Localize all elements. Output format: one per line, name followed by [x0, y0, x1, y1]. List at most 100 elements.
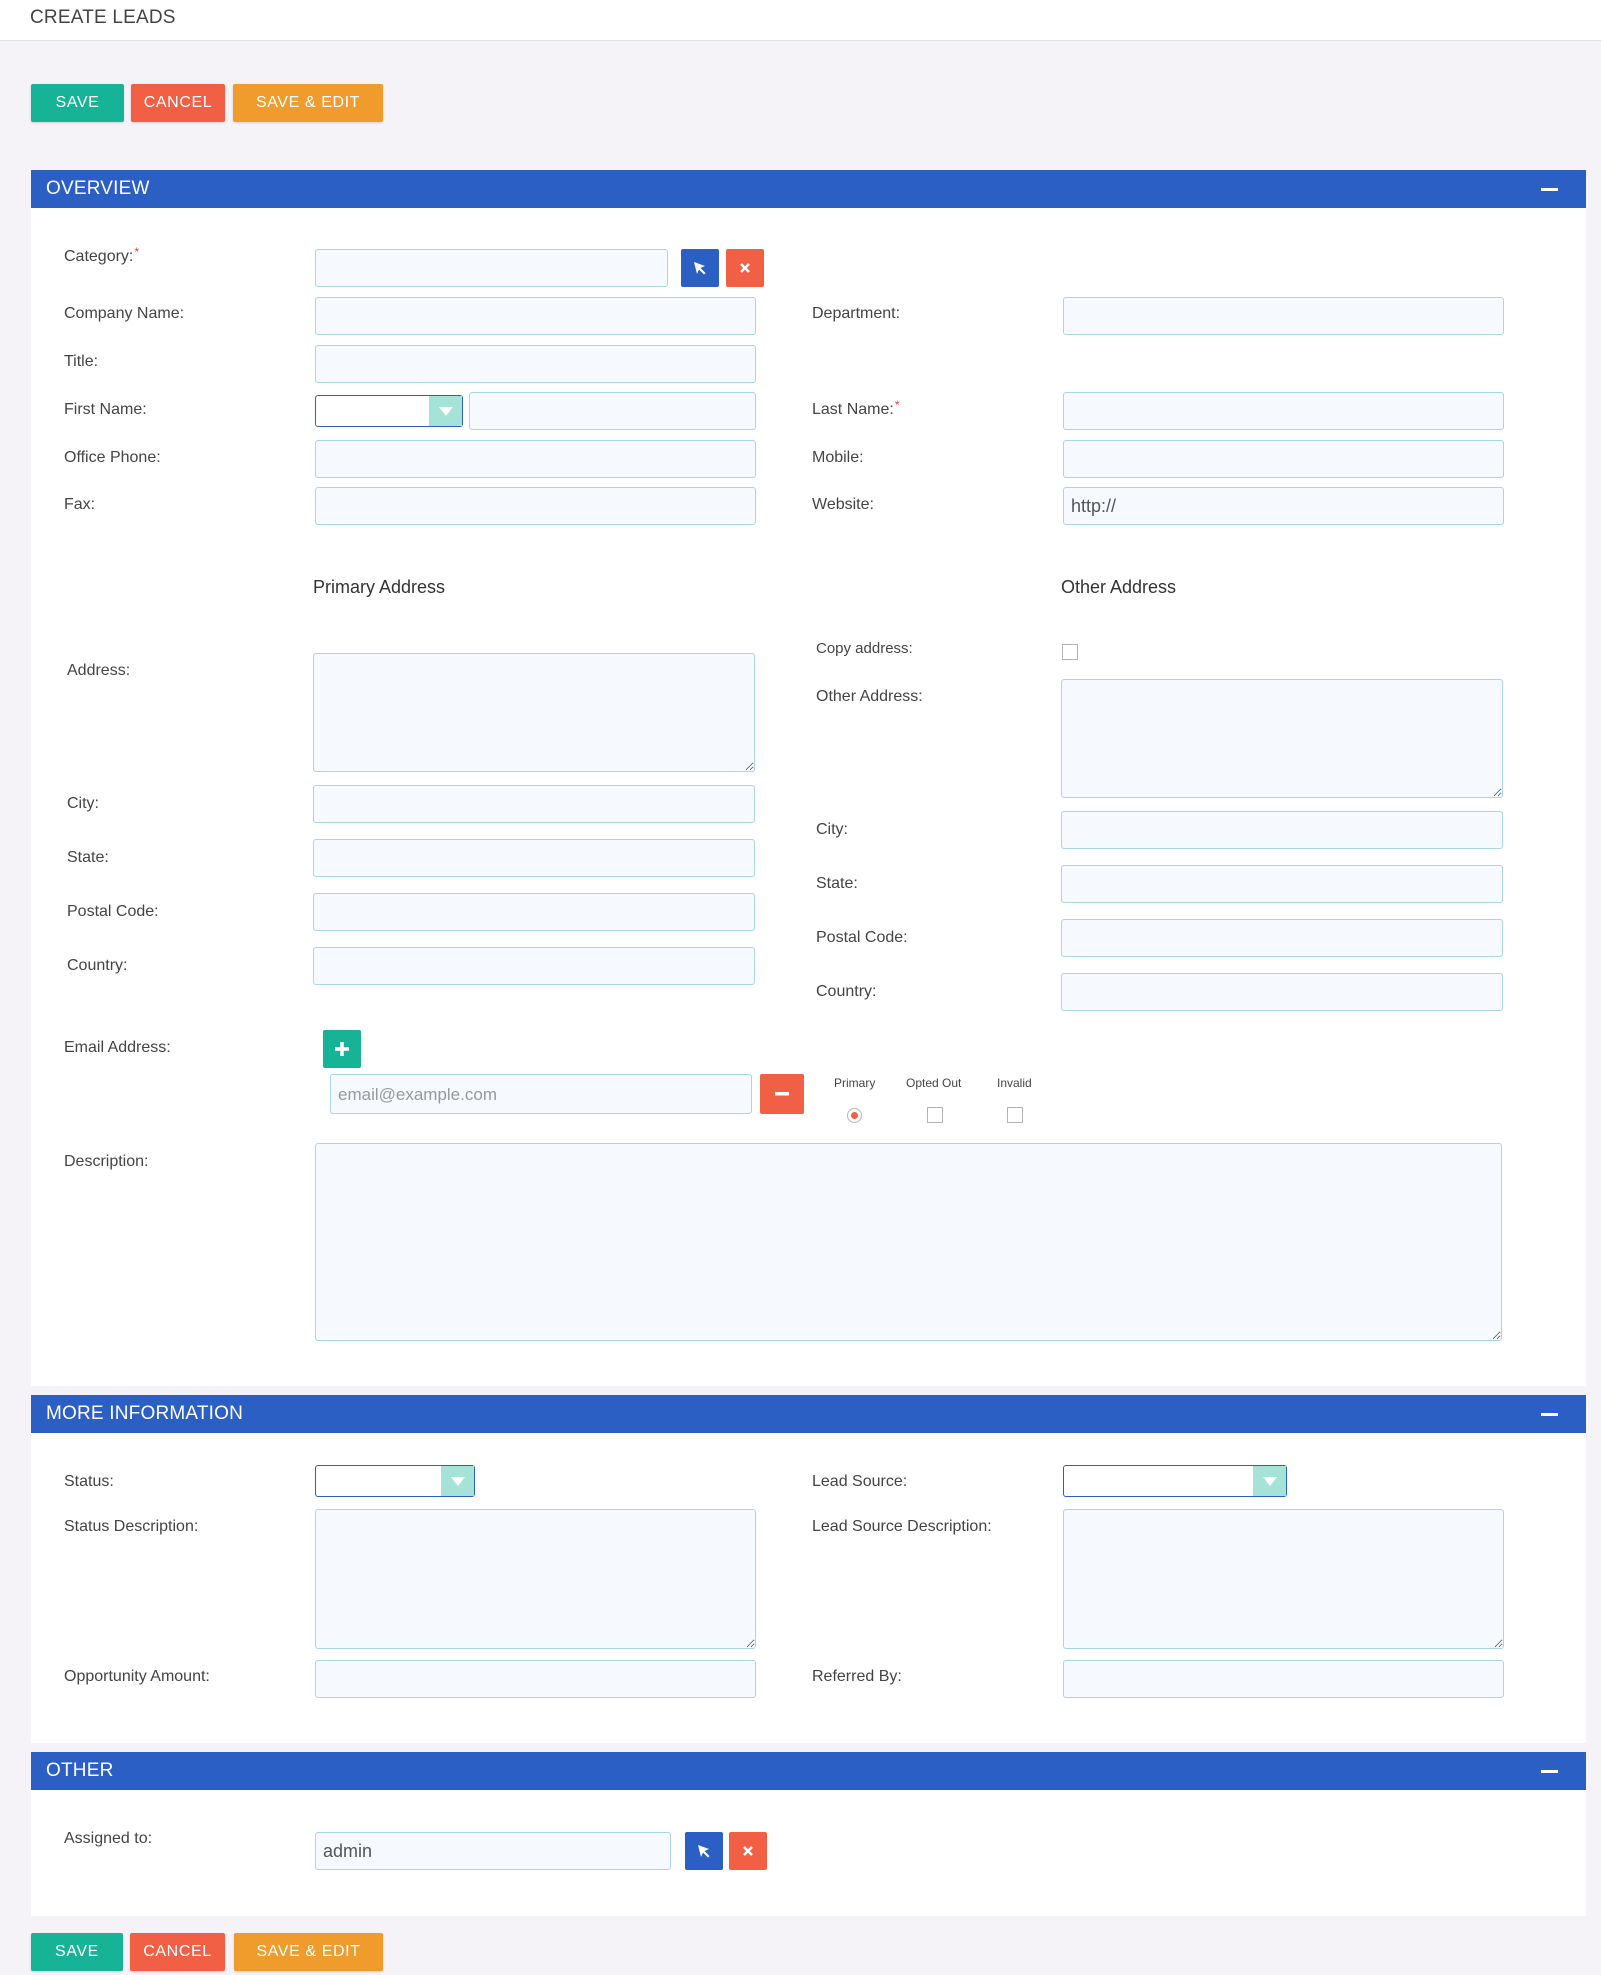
add-email-button[interactable] [323, 1030, 361, 1068]
primary-address-textarea[interactable] [313, 653, 755, 772]
required-marker: * [134, 245, 140, 259]
save-and-edit-button-top[interactable]: SAVE & EDIT [233, 84, 383, 122]
other-city-label: City: [816, 821, 848, 838]
copy-address-checkbox[interactable] [1062, 644, 1078, 660]
assigned-to-label: Assigned to: [64, 1830, 153, 1847]
fax-label: Fax: [64, 496, 96, 513]
email-opted-out-label: Opted Out [906, 1076, 962, 1090]
chevron-down-icon [441, 1466, 474, 1496]
collapse-minus-icon[interactable] [1541, 188, 1558, 191]
copy-address-label: Copy address: [816, 640, 913, 657]
other-address-label: Other Address: [816, 688, 923, 705]
assigned-to-clear-button[interactable] [729, 1832, 767, 1870]
save-button-top[interactable]: SAVE [31, 84, 124, 122]
opportunity-amount-input[interactable] [315, 1660, 756, 1698]
required-marker: * [894, 398, 900, 412]
other-address-textarea[interactable] [1061, 679, 1503, 798]
chevron-down-icon [429, 396, 462, 426]
company-name-label: Company Name: [64, 305, 185, 322]
close-icon [740, 263, 750, 273]
assigned-to-input[interactable] [315, 1832, 671, 1870]
category-select-button[interactable] [681, 249, 719, 287]
salutation-select[interactable] [315, 395, 463, 427]
page-header: CREATE LEADS [0, 0, 1601, 41]
plus-icon [335, 1042, 349, 1056]
close-icon [743, 1846, 753, 1856]
primary-state-label: State: [67, 849, 109, 866]
title-input[interactable] [315, 345, 756, 383]
lead-source-label: Lead Source: [812, 1473, 908, 1490]
status-label: Status: [64, 1473, 114, 1490]
email-primary-radio[interactable] [847, 1108, 862, 1123]
website-label: Website: [812, 496, 874, 513]
first-name-label: First Name: [64, 401, 147, 418]
lead-source-description-textarea[interactable] [1063, 1509, 1504, 1649]
department-input[interactable] [1063, 297, 1504, 335]
other-city-input[interactable] [1061, 811, 1503, 849]
lead-source-select[interactable] [1063, 1465, 1287, 1497]
other-postal-code-label: Postal Code: [816, 929, 908, 946]
email-address-label: Email Address: [64, 1039, 171, 1056]
referred-by-label: Referred By: [812, 1668, 902, 1685]
assigned-to-select-button[interactable] [685, 1832, 723, 1870]
other-panel-body [31, 1790, 1586, 1916]
description-label: Description: [64, 1153, 149, 1170]
description-textarea[interactable] [315, 1143, 1502, 1341]
mobile-label: Mobile: [812, 449, 864, 466]
mobile-input[interactable] [1063, 440, 1504, 478]
primary-address-heading: Primary Address [313, 577, 446, 597]
fax-input[interactable] [315, 487, 756, 525]
cursor-arrow-icon [694, 262, 706, 275]
other-country-label: Country: [816, 983, 877, 1000]
email-invalid-checkbox[interactable] [1007, 1107, 1023, 1123]
status-description-textarea[interactable] [315, 1509, 756, 1649]
email-primary-label: Primary [834, 1076, 876, 1090]
office-phone-label: Office Phone: [64, 449, 161, 466]
cancel-button-top[interactable]: CANCEL [131, 84, 225, 122]
more-information-panel-title: MORE INFORMATION [46, 1403, 244, 1424]
first-name-input[interactable] [469, 392, 756, 430]
overview-panel-title: OVERVIEW [46, 178, 150, 199]
remove-email-button[interactable] [760, 1074, 804, 1114]
minus-icon [775, 1092, 789, 1096]
primary-postal-code-input[interactable] [313, 893, 755, 931]
email-input[interactable] [330, 1074, 752, 1114]
last-name-input[interactable] [1063, 392, 1504, 430]
category-clear-button[interactable] [726, 249, 764, 287]
collapse-minus-icon[interactable] [1541, 1413, 1558, 1416]
primary-city-label: City: [67, 795, 99, 812]
last-name-label: Last Name:* [812, 398, 900, 418]
company-name-input[interactable] [315, 297, 756, 335]
primary-country-label: Country: [67, 957, 128, 974]
cancel-button-bottom[interactable]: CANCEL [130, 1933, 225, 1971]
collapse-minus-icon[interactable] [1541, 1770, 1558, 1773]
other-panel-header[interactable]: OTHER [31, 1752, 1586, 1790]
address-label: Address: [67, 662, 131, 679]
referred-by-input[interactable] [1063, 1660, 1504, 1698]
primary-city-input[interactable] [313, 785, 755, 823]
other-panel-title: OTHER [46, 1760, 114, 1781]
website-input[interactable] [1063, 487, 1504, 525]
primary-country-input[interactable] [313, 947, 755, 985]
category-label: Category:* [64, 245, 140, 265]
other-state-input[interactable] [1061, 865, 1503, 903]
title-label: Title: [64, 353, 99, 370]
primary-postal-code-label: Postal Code: [67, 903, 159, 920]
category-input[interactable] [315, 249, 668, 287]
status-select[interactable] [315, 1465, 475, 1497]
page-title: CREATE LEADS [30, 7, 176, 28]
department-label: Department: [812, 305, 901, 322]
email-invalid-label: Invalid [997, 1076, 1032, 1090]
save-button-bottom[interactable]: SAVE [31, 1933, 123, 1971]
chevron-down-icon [1253, 1466, 1286, 1496]
save-and-edit-button-bottom[interactable]: SAVE & EDIT [234, 1933, 383, 1971]
more-information-panel-header[interactable]: MORE INFORMATION [31, 1395, 1586, 1433]
cursor-arrow-icon [698, 1845, 710, 1858]
other-postal-code-input[interactable] [1061, 919, 1503, 957]
primary-state-input[interactable] [313, 839, 755, 877]
opportunity-amount-label: Opportunity Amount: [64, 1668, 210, 1685]
other-country-input[interactable] [1061, 973, 1503, 1011]
office-phone-input[interactable] [315, 440, 756, 478]
overview-panel-header[interactable]: OVERVIEW [31, 170, 1586, 208]
email-opted-out-checkbox[interactable] [927, 1107, 943, 1123]
